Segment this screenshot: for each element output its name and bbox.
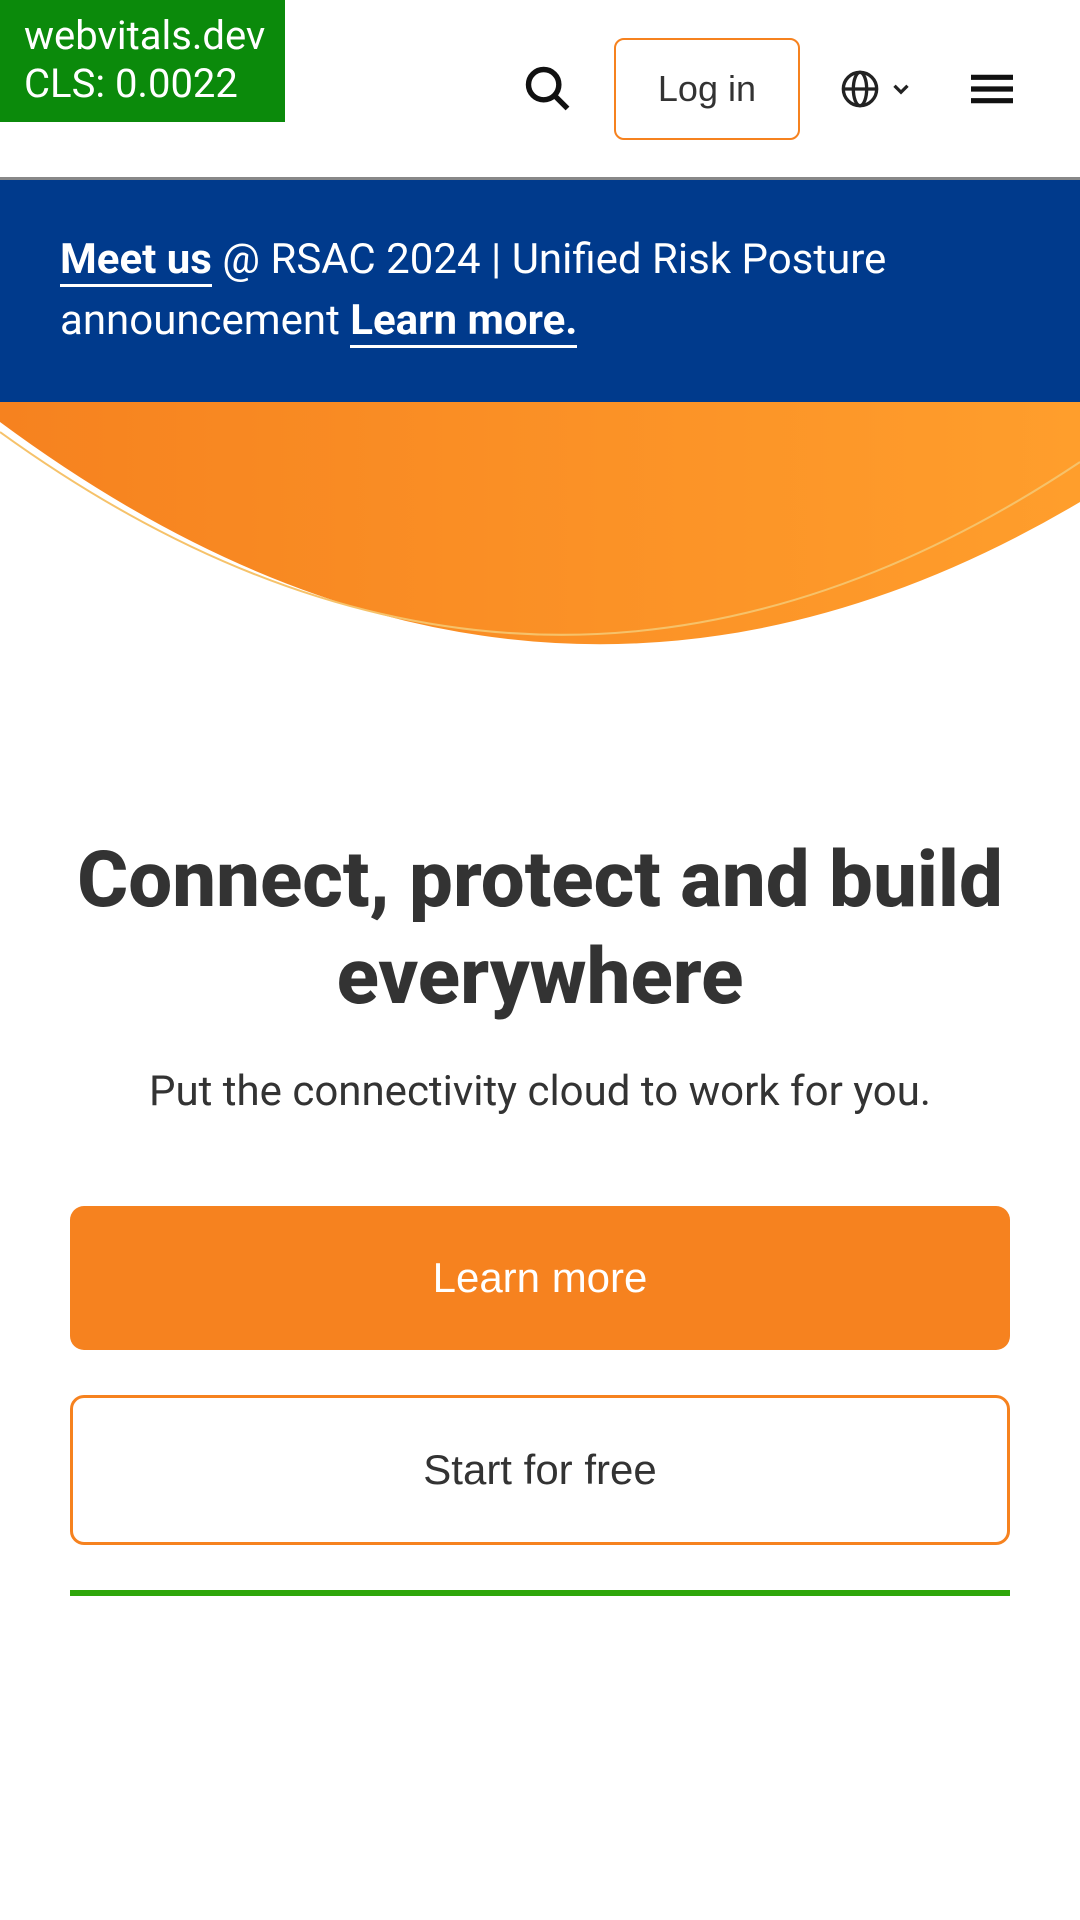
learn-more-button[interactable]: Learn more xyxy=(70,1206,1010,1350)
vitals-site: webvitals.dev xyxy=(24,12,265,60)
hero-headline: Connect, protect and build everywhere xyxy=(70,832,1010,1027)
vitals-cls: CLS: 0.0022 xyxy=(24,60,265,108)
start-free-button[interactable]: Start for free xyxy=(70,1395,1010,1545)
hero-arc-graphic xyxy=(0,402,1080,772)
search-icon xyxy=(522,63,574,115)
hero-subheadline: Put the connectivity cloud to work for y… xyxy=(70,1067,1010,1116)
language-button[interactable] xyxy=(830,59,924,119)
globe-icon xyxy=(840,69,880,109)
search-button[interactable] xyxy=(512,53,584,125)
banner-meet-us-link[interactable]: Meet us xyxy=(60,235,212,287)
webvitals-badge: webvitals.dev CLS: 0.0022 xyxy=(0,0,285,122)
chevron-down-icon xyxy=(888,76,914,102)
menu-button[interactable] xyxy=(954,51,1030,127)
next-section-edge xyxy=(70,1590,1010,1596)
login-button[interactable]: Log in xyxy=(614,38,800,140)
hamburger-icon xyxy=(964,61,1020,117)
announcement-banner: Meet us @ RSAC 2024 | Unified Risk Postu… xyxy=(0,180,1080,402)
hero-section: Connect, protect and build everywhere Pu… xyxy=(0,772,1080,1636)
banner-learn-more-link[interactable]: Learn more. xyxy=(350,296,577,348)
